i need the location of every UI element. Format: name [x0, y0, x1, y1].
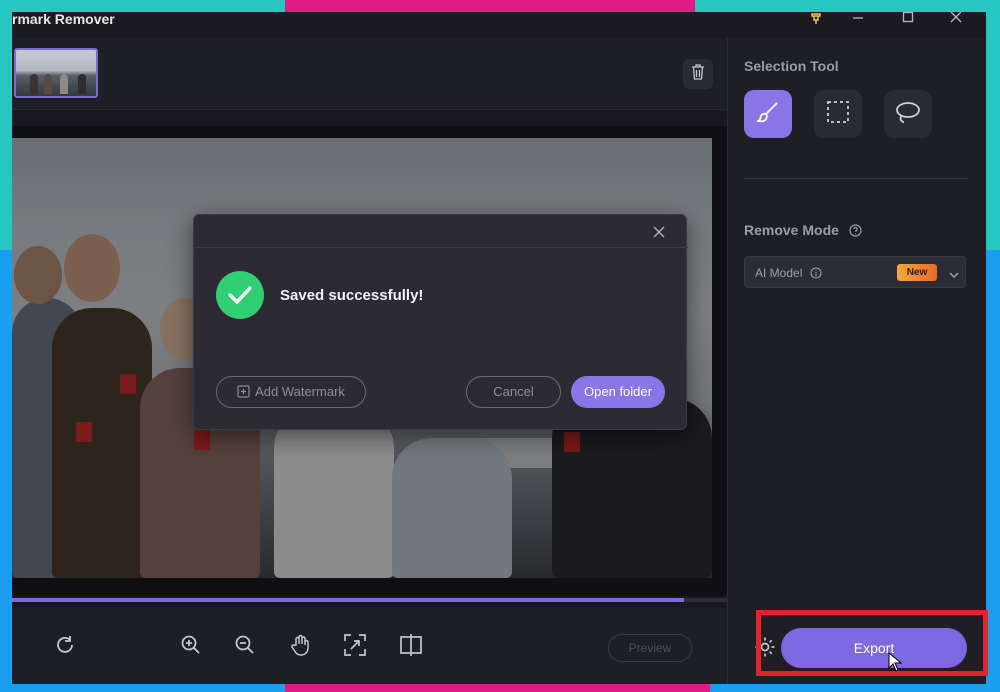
title-bar: rmark Remover: [12, 12, 986, 38]
thumbnail-bar: [12, 38, 727, 110]
settings-panel: Selection Tool Remove Mode AI Model New …: [727, 38, 986, 684]
cancel-button[interactable]: Cancel: [466, 376, 561, 408]
timeline-progress[interactable]: [12, 598, 727, 602]
thumbnail-figure: [30, 74, 38, 94]
remove-mode-heading: Remove Mode: [744, 222, 862, 240]
chevron-down-icon: [949, 267, 959, 285]
minimize-icon[interactable]: [848, 12, 868, 26]
add-watermark-icon: [237, 379, 250, 409]
thumbnail-figure: [60, 74, 68, 94]
mode-value-text: AI Model: [755, 266, 803, 280]
lasso-icon: [895, 100, 921, 129]
fit-screen-icon[interactable]: [342, 632, 368, 658]
timeline-progress-fill: [12, 598, 685, 602]
video-thumbnail[interactable]: [14, 48, 98, 98]
bottom-toolbar: Preview: [12, 608, 727, 684]
mode-value: AI Model: [755, 266, 822, 282]
help-icon[interactable]: [849, 224, 862, 240]
close-icon[interactable]: [946, 12, 966, 26]
thumbnail-figure: [44, 74, 52, 94]
app-title: rmark Remover: [12, 12, 115, 27]
hand-icon[interactable]: [288, 632, 314, 658]
open-folder-button[interactable]: Open folder: [571, 376, 665, 408]
rectangle-select-icon: [826, 100, 850, 129]
dialog-message: Saved successfully!: [280, 287, 424, 304]
thumbnail-figure: [78, 74, 86, 94]
success-dialog: Saved successfully! Add Watermark Cancel…: [193, 214, 688, 430]
dialog-divider: [194, 247, 688, 248]
close-icon[interactable]: [650, 225, 668, 243]
add-watermark-button[interactable]: Add Watermark: [216, 376, 366, 408]
export-button[interactable]: Export: [781, 628, 967, 668]
zoom-out-icon[interactable]: [232, 632, 258, 658]
preview-button[interactable]: Preview: [608, 634, 692, 662]
add-watermark-label: Add Watermark: [255, 384, 345, 399]
gear-icon[interactable]: [752, 634, 778, 660]
cursor-icon: [888, 651, 903, 672]
remove-mode-select[interactable]: AI Model New: [744, 256, 966, 288]
zoom-in-icon[interactable]: [178, 632, 204, 658]
rectangle-tool-button[interactable]: [814, 90, 862, 138]
trash-icon: [691, 63, 705, 85]
info-icon[interactable]: [810, 267, 822, 282]
rotate-icon[interactable]: [52, 632, 78, 658]
maximize-icon[interactable]: [898, 12, 918, 26]
lasso-tool-button[interactable]: [884, 90, 932, 138]
selection-tool-heading: Selection Tool: [744, 58, 839, 74]
new-badge: New: [897, 264, 937, 281]
brush-tool-button[interactable]: [744, 90, 792, 138]
remove-mode-label: Remove Mode: [744, 222, 839, 238]
compare-icon[interactable]: [398, 632, 424, 658]
brush-icon: [754, 101, 779, 128]
panel-divider: [744, 178, 968, 179]
check-icon: [216, 271, 264, 319]
delete-button[interactable]: [683, 59, 713, 89]
pin-icon[interactable]: [806, 12, 826, 26]
